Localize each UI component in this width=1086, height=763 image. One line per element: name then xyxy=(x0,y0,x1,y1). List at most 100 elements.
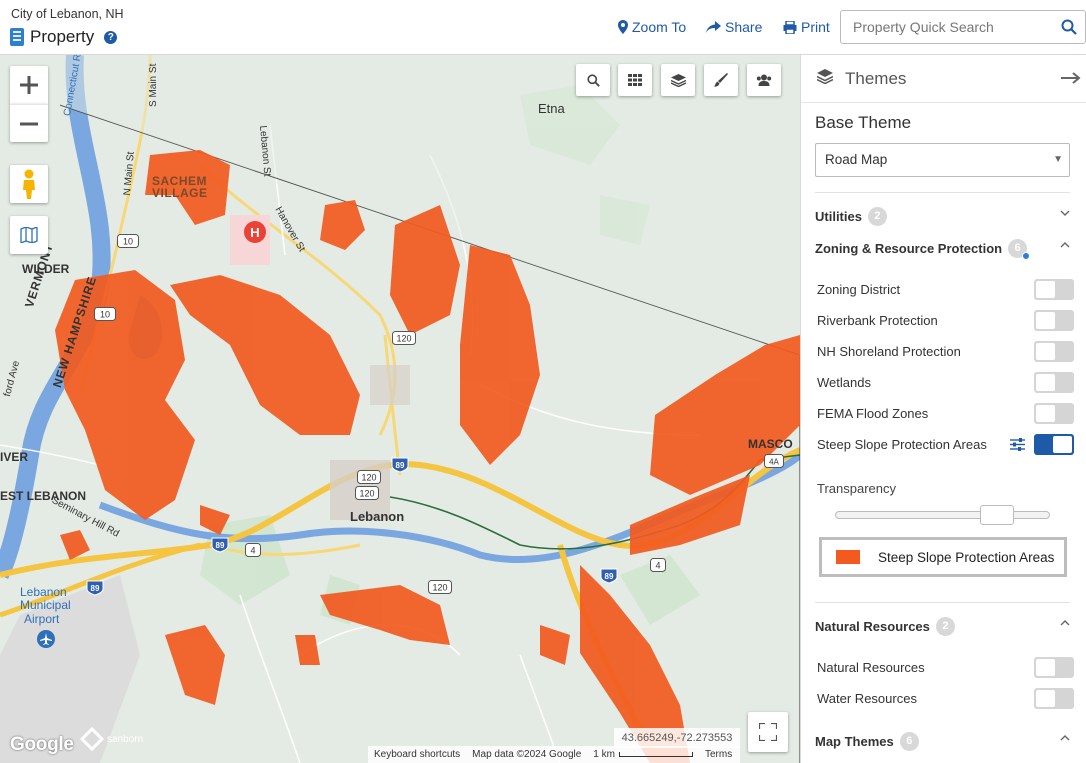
sanborn-mark-icon xyxy=(80,727,104,751)
shield-i89c: 89 xyxy=(600,568,618,584)
building-icon xyxy=(10,28,24,46)
layer-shoreland-label: NH Shoreland Protection xyxy=(817,344,961,359)
label-airport-1: Lebanon xyxy=(20,585,67,599)
legend-swatch xyxy=(836,550,860,564)
share-button[interactable]: Share xyxy=(706,19,762,35)
coordinate-readout: 43.665249,-72.273553 xyxy=(614,728,740,748)
scale-bar: 1 km xyxy=(593,749,693,760)
base-theme-select[interactable]: Road Map ▼ xyxy=(815,143,1070,177)
toggle-fema[interactable] xyxy=(1034,403,1074,424)
label-airport-3: Airport xyxy=(24,612,60,626)
toggle-water-resources[interactable] xyxy=(1034,688,1074,709)
zoom-in-button[interactable] xyxy=(10,66,48,104)
active-indicator xyxy=(1022,252,1031,260)
chevron-up-icon[interactable] xyxy=(1060,618,1070,628)
shield-i89a: 89 xyxy=(391,457,409,473)
map-view[interactable]: H Etna SACHEM VILLAGE WILDER VERMONT NEW… xyxy=(0,55,800,763)
toggle-wetlands[interactable] xyxy=(1034,372,1074,393)
transparency-slider-track[interactable] xyxy=(835,511,1050,519)
toggle-steep-slope[interactable] xyxy=(1034,434,1074,455)
label-west-lebanon: EST LEBANON xyxy=(0,489,87,503)
shield-4c-text: 4A xyxy=(769,458,779,467)
label-etna: Etna xyxy=(538,101,565,116)
airport-icon xyxy=(37,630,55,648)
group-zoning-count: 6 xyxy=(1008,239,1031,260)
sanborn-logo: sanborn xyxy=(80,727,143,751)
chevron-up-icon[interactable] xyxy=(1060,240,1070,250)
terms-link[interactable]: Terms xyxy=(705,749,732,760)
label-s-main-st: S Main St xyxy=(148,63,159,107)
group-zoning-count-text: 6 xyxy=(1014,242,1021,254)
shield-i89b: 89 xyxy=(211,537,229,553)
map-search-button[interactable] xyxy=(576,64,610,96)
search-icon[interactable] xyxy=(1061,19,1077,35)
group-map-themes[interactable]: Map Themes 6 xyxy=(815,732,919,751)
sliders-icon[interactable] xyxy=(1010,438,1025,451)
pegman-icon xyxy=(23,169,35,199)
fullscreen-button[interactable] xyxy=(748,712,788,752)
property-search xyxy=(840,10,1086,44)
group-map-themes-label: Map Themes xyxy=(815,734,894,749)
group-utilities[interactable]: Utilities 2 xyxy=(815,207,887,226)
shield-120b: 120 xyxy=(357,470,381,484)
chevron-up-icon[interactable] xyxy=(1060,733,1070,743)
chevron-down-icon[interactable] xyxy=(1060,208,1070,218)
city-name: City of Lebanon, NH xyxy=(11,7,124,21)
grid-button[interactable] xyxy=(618,64,652,96)
zoom-out-button[interactable] xyxy=(10,104,48,142)
layers-icon xyxy=(670,73,686,87)
shield-120c: 120 xyxy=(355,486,379,500)
print-label: Print xyxy=(801,19,830,35)
property-search-input[interactable] xyxy=(841,11,1056,43)
label-airport-2: Municipal xyxy=(20,598,71,612)
map-marker-icon xyxy=(618,20,628,34)
shield-4a: 4 xyxy=(245,543,261,557)
group-zoning-label: Zoning & Resource Protection xyxy=(815,241,1003,256)
shield-i89a-text: 89 xyxy=(396,461,405,470)
shield-10a-text: 10 xyxy=(123,237,133,247)
draw-button[interactable] xyxy=(704,64,738,96)
map-icon xyxy=(20,227,38,243)
shield-120a: 120 xyxy=(392,331,416,345)
street-view-button[interactable] xyxy=(10,165,48,203)
map-attribution: Keyboard shortcuts Map data ©2024 Google… xyxy=(368,746,740,763)
grid-icon xyxy=(628,74,642,86)
layer-legend: Steep Slope Protection Areas xyxy=(819,537,1067,577)
shield-120b-text: 120 xyxy=(361,473,376,483)
shield-120d: 120 xyxy=(428,580,452,594)
transparency-slider-handle[interactable] xyxy=(979,505,1014,525)
toggle-natural-resources[interactable] xyxy=(1034,657,1074,678)
shield-4c: 4A xyxy=(764,454,784,468)
toggle-shoreland[interactable] xyxy=(1034,341,1074,362)
keyboard-shortcuts-link[interactable]: Keyboard shortcuts xyxy=(374,749,460,760)
group-natural-resources[interactable]: Natural Resources 2 xyxy=(815,617,955,636)
help-icon[interactable]: ? xyxy=(104,30,118,44)
basemap-toggle-button[interactable] xyxy=(10,216,48,254)
base-theme-label: Base Theme xyxy=(815,113,912,132)
arrow-right-icon[interactable] xyxy=(1061,71,1081,85)
shield-i89d: 89 xyxy=(86,580,104,596)
layers-button[interactable] xyxy=(661,64,695,96)
page-title-group: Property ? xyxy=(10,27,118,47)
toggle-zoning-district[interactable] xyxy=(1034,279,1074,300)
label-lebanon: Lebanon xyxy=(350,509,405,524)
divider xyxy=(815,192,1070,193)
search-icon xyxy=(586,73,600,87)
users-button[interactable] xyxy=(747,64,781,96)
scale-label: 1 km xyxy=(593,749,615,760)
layer-wetlands-label: Wetlands xyxy=(817,375,871,390)
sanborn-text: sanborn xyxy=(107,733,144,745)
layer-natural-resources-label: Natural Resources xyxy=(817,660,925,675)
print-button[interactable]: Print xyxy=(783,19,830,35)
label-village: VILLAGE xyxy=(152,186,208,200)
toggle-riverbank[interactable] xyxy=(1034,310,1074,331)
layer-fema-label: FEMA Flood Zones xyxy=(817,406,929,421)
base-theme-value: Road Map xyxy=(825,152,888,167)
zoom-to-button[interactable]: Zoom To xyxy=(618,19,686,35)
minus-icon xyxy=(20,122,38,125)
shield-4b-text: 4 xyxy=(655,561,660,571)
group-zoning[interactable]: Zoning & Resource Protection 6 xyxy=(815,239,1031,260)
svg-text:H: H xyxy=(250,225,259,240)
zoom-to-label: Zoom To xyxy=(632,19,687,35)
layer-steep-slope-label: Steep Slope Protection Areas xyxy=(817,437,987,452)
